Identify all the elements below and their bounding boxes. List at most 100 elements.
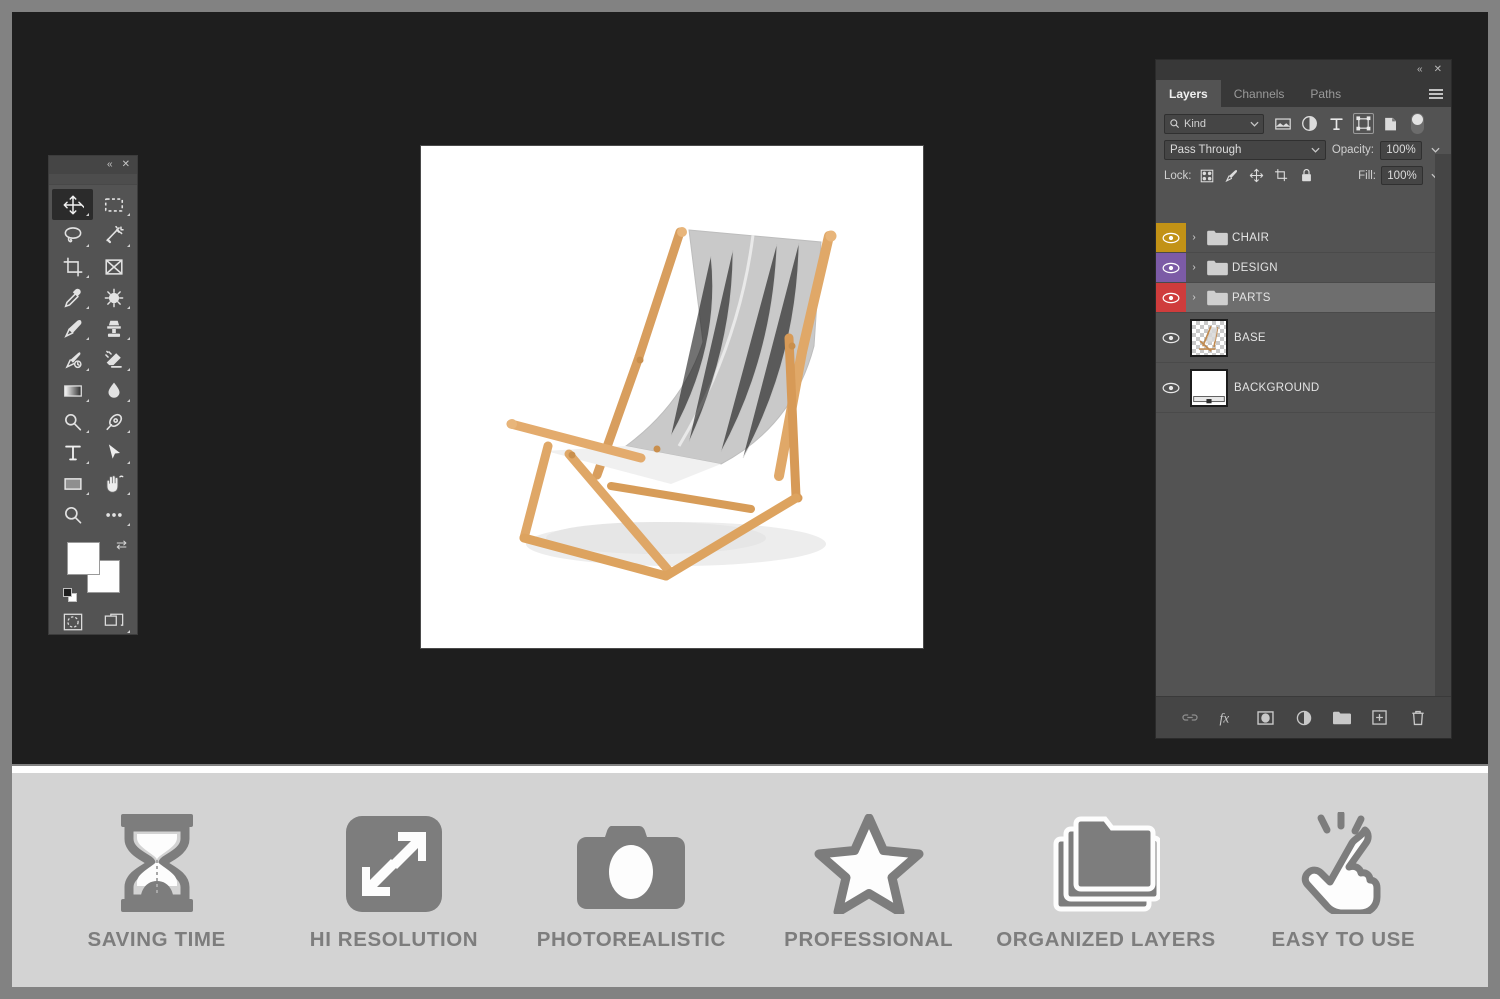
magic-wand-tool-flyout-corner <box>127 244 130 247</box>
feature-bar: SAVING TIME HI RESOLUTION PHOTOREALISTIC <box>12 773 1488 987</box>
history-brush-tool[interactable] <box>52 344 93 375</box>
hand-tool-flyout-corner <box>127 492 130 495</box>
layer-color-tag[interactable] <box>1156 223 1186 252</box>
layer-color-tag[interactable] <box>1156 253 1186 282</box>
eyedropper-tool[interactable] <box>52 282 93 313</box>
screen-mode-toggle[interactable] <box>93 606 134 637</box>
layers-panel-body: Kind Pass Through Opacity: 100% Lock: Fi… <box>1156 107 1451 738</box>
layer-filter-row: Kind <box>1156 107 1451 138</box>
layers-panel: « ✕ Layers Channels Paths Kind Pass Thro… <box>1155 59 1452 739</box>
lock-transparent-pixels-icon[interactable] <box>1199 168 1215 184</box>
blend-mode-row: Pass Through Opacity: 100% <box>1156 138 1451 164</box>
layers-panel-tabs: Layers Channels Paths <box>1156 80 1451 107</box>
eye-icon[interactable] <box>1156 332 1186 344</box>
crop-tool[interactable] <box>52 251 93 282</box>
link-layers-button[interactable] <box>1181 709 1199 727</box>
layer-list: › CHAIR › DESIGN › PARTS BASE BACKGROUND <box>1156 223 1451 696</box>
tools-panel-drag-handle[interactable] <box>49 174 137 185</box>
delete-layer-button[interactable] <box>1409 709 1427 727</box>
crop-tool-flyout-corner <box>86 275 89 278</box>
path-selection-tool[interactable] <box>93 437 134 468</box>
tools-close-icon[interactable]: ✕ <box>122 160 130 170</box>
rectangular-marquee-tool[interactable] <box>93 189 134 220</box>
layer-color-tag[interactable] <box>1156 283 1186 312</box>
layer-thumbnail[interactable] <box>1190 368 1228 407</box>
tab-paths[interactable]: Paths <box>1297 80 1354 107</box>
filter-shape-layers-icon[interactable] <box>1353 113 1374 134</box>
edit-toolbar-tool[interactable] <box>93 499 134 530</box>
tools-panel-bottom <box>49 606 137 637</box>
layers-panel-scrollbar[interactable] <box>1435 154 1451 696</box>
move-tool[interactable] <box>52 189 93 220</box>
expand-group-arrow-icon[interactable]: › <box>1186 292 1202 303</box>
quick-mask-toggle[interactable] <box>52 606 93 637</box>
layered-folders-icon <box>1052 808 1160 914</box>
resize-arrows-icon <box>344 808 444 914</box>
magic-wand-tool[interactable] <box>93 220 134 251</box>
filter-adjustment-layers-icon[interactable] <box>1299 113 1320 134</box>
table-row[interactable]: BASE <box>1156 313 1451 363</box>
lock-artboard-nesting-icon[interactable] <box>1274 168 1290 184</box>
color-swatches: ⇄ <box>49 534 137 606</box>
layers-collapse-icon[interactable]: « <box>1417 65 1423 75</box>
fill-input[interactable]: 100% <box>1381 166 1423 185</box>
tab-layers[interactable]: Layers <box>1156 80 1221 107</box>
lock-position-icon[interactable] <box>1249 168 1265 184</box>
clone-stamp-tool[interactable] <box>93 313 134 344</box>
layer-thumbnail[interactable] <box>1190 318 1228 357</box>
eye-icon[interactable] <box>1162 292 1180 304</box>
table-row[interactable]: › PARTS <box>1156 283 1451 313</box>
spot-healing-brush-tool[interactable] <box>93 282 134 313</box>
filter-type-layers-icon[interactable] <box>1326 113 1347 134</box>
eye-icon[interactable] <box>1162 232 1180 244</box>
pen-tool[interactable] <box>93 406 134 437</box>
layer-style-button[interactable]: fx <box>1219 709 1237 727</box>
blur-tool[interactable] <box>93 375 134 406</box>
chevron-down-icon <box>1311 147 1320 153</box>
tab-channels[interactable]: Channels <box>1221 80 1298 107</box>
add-layer-mask-button[interactable] <box>1257 709 1275 727</box>
table-row[interactable]: BACKGROUND <box>1156 363 1451 413</box>
lock-image-pixels-icon[interactable] <box>1224 168 1240 184</box>
hourglass-icon <box>107 808 207 914</box>
filter-pixel-layers-icon[interactable] <box>1272 113 1293 134</box>
layers-close-icon[interactable]: ✕ <box>1434 65 1442 75</box>
hand-tool[interactable] <box>93 468 134 499</box>
rectangle-tool[interactable] <box>52 468 93 499</box>
expand-group-arrow-icon[interactable]: › <box>1186 232 1202 243</box>
table-row[interactable]: › CHAIR <box>1156 223 1451 253</box>
tool-grid <box>49 185 137 530</box>
lasso-tool[interactable] <box>52 220 93 251</box>
expand-group-arrow-icon[interactable]: › <box>1186 262 1202 273</box>
new-adjustment-layer-button[interactable] <box>1295 709 1313 727</box>
zoom-tool[interactable] <box>52 499 93 530</box>
layer-filter-toggle[interactable] <box>1411 113 1424 134</box>
frame-tool[interactable] <box>93 251 134 282</box>
type-tool[interactable] <box>52 437 93 468</box>
filter-smart-objects-icon[interactable] <box>1380 113 1401 134</box>
dodge-tool[interactable] <box>52 406 93 437</box>
swap-colors-icon[interactable]: ⇄ <box>116 538 127 551</box>
eraser-tool[interactable] <box>93 344 134 375</box>
gradient-tool[interactable] <box>52 375 93 406</box>
blend-mode-select[interactable]: Pass Through <box>1164 140 1326 160</box>
panel-menu-icon[interactable] <box>1429 87 1443 101</box>
rectangle-tool-flyout-corner <box>86 492 89 495</box>
eye-icon[interactable] <box>1156 382 1186 394</box>
table-row[interactable]: › DESIGN <box>1156 253 1451 283</box>
brush-tool-flyout-corner <box>86 337 89 340</box>
new-layer-button[interactable] <box>1371 709 1389 727</box>
foreground-color-swatch[interactable] <box>67 542 100 575</box>
history-brush-flyout-corner <box>86 368 89 371</box>
canvas-document[interactable] <box>421 146 923 648</box>
feature-label: ORGANIZED LAYERS <box>996 928 1216 951</box>
opacity-input[interactable]: 100% <box>1380 140 1422 160</box>
default-colors-icon[interactable] <box>63 588 77 602</box>
filter-kind-select[interactable]: Kind <box>1164 113 1264 134</box>
brush-tool[interactable] <box>52 313 93 344</box>
lock-all-icon[interactable] <box>1299 168 1315 184</box>
clone-stamp-flyout-corner <box>127 337 130 340</box>
tools-collapse-icon[interactable]: « <box>107 160 113 170</box>
eye-icon[interactable] <box>1162 262 1180 274</box>
new-group-button[interactable] <box>1332 709 1351 727</box>
